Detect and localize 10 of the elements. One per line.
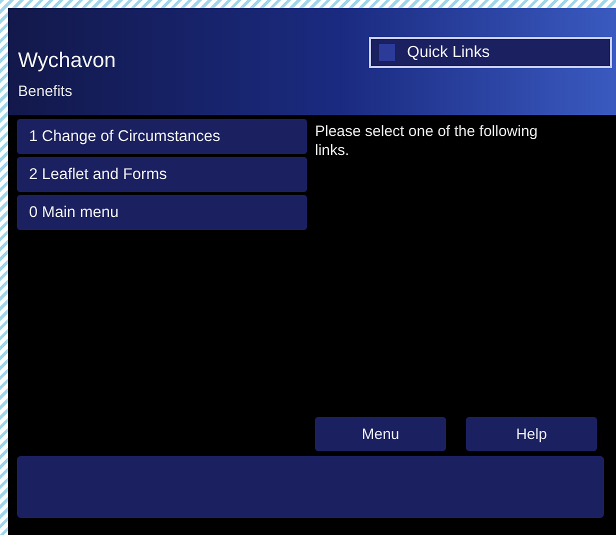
nav-button[interactable]: Menu: [315, 417, 446, 451]
menu-item[interactable]: 2 Leaflet and Forms: [17, 157, 307, 192]
menu-item[interactable]: 1 Change of Circumstances: [17, 119, 307, 154]
page-title: Wychavon: [18, 49, 116, 73]
quick-links-button[interactable]: Quick Links: [369, 37, 612, 68]
section-title: Benefits: [18, 83, 74, 100]
nav-button[interactable]: Help: [466, 417, 597, 451]
square-icon: [379, 44, 395, 61]
menu-item[interactable]: 0 Main menu: [17, 195, 307, 230]
instruction-text: Please select one of the following links.: [315, 122, 539, 161]
